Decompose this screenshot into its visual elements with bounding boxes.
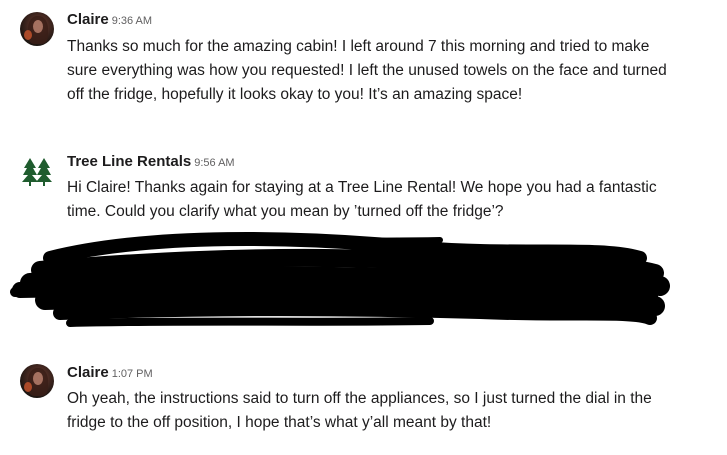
author-name[interactable]: Tree Line Rentals xyxy=(67,153,191,170)
message-text: Hi Claire! Thanks again for staying at a… xyxy=(67,179,657,220)
avatar[interactable] xyxy=(20,12,54,46)
timestamp[interactable]: 1:07 PM xyxy=(112,368,153,380)
pine-trees-icon[interactable] xyxy=(20,154,54,188)
message-text: Oh yeah, the instructions said to turn o… xyxy=(67,390,652,431)
timestamp[interactable]: 9:36 AM xyxy=(112,15,152,27)
message-text: Thanks so much for the amazing cabin! I … xyxy=(67,38,667,103)
timestamp[interactable]: 9:56 AM xyxy=(194,157,234,169)
message-header: Claire 9:36 AM xyxy=(67,11,152,31)
author-name[interactable]: Claire xyxy=(67,364,109,381)
author-name[interactable]: Claire xyxy=(67,11,109,28)
message-header: Claire 1:07 PM xyxy=(67,364,153,384)
avatar[interactable] xyxy=(20,364,54,398)
message-header: Tree Line Rentals 9:56 AM xyxy=(67,153,235,173)
redaction-scribble xyxy=(0,228,727,346)
